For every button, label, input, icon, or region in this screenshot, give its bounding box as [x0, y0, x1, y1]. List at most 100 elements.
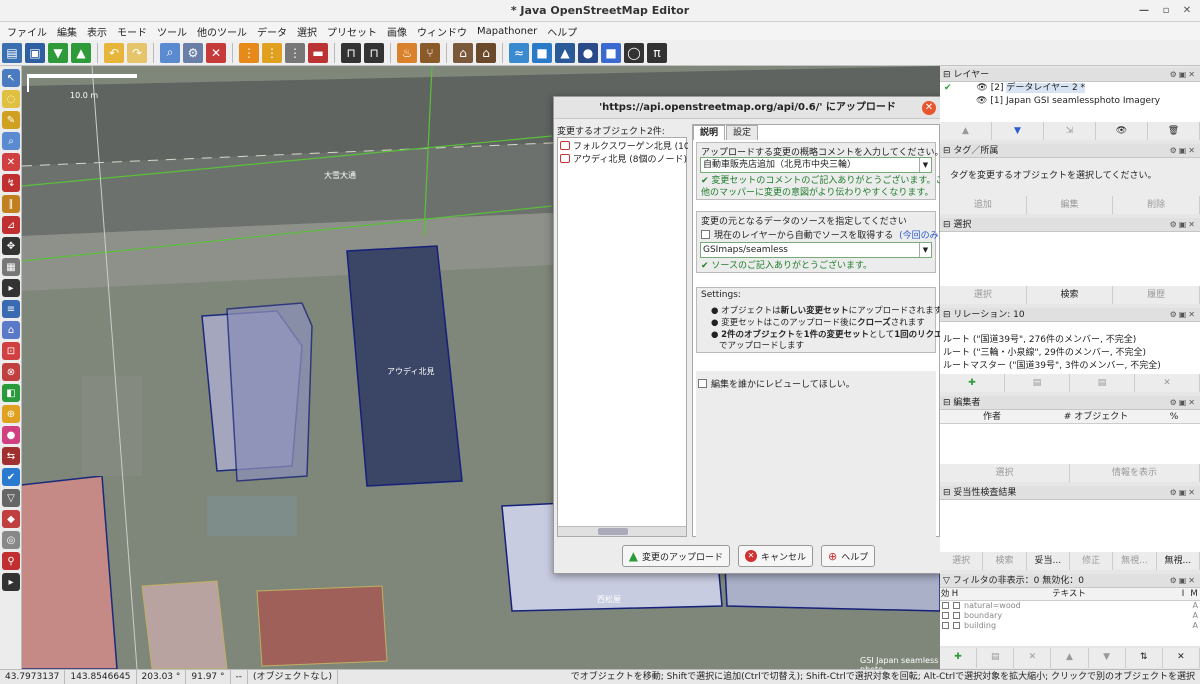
- more-arrow-2-icon[interactable]: ▸: [2, 573, 20, 591]
- pin-icon[interactable]: ⚲: [2, 552, 20, 570]
- menu-presets[interactable]: プリセット: [322, 24, 382, 39]
- filter-up-icon[interactable]: ▲: [1051, 648, 1089, 668]
- move-down-icon[interactable]: ▼: [992, 122, 1044, 140]
- show-info-button[interactable]: 情報を表示: [1070, 464, 1200, 482]
- filter-icon[interactable]: ▽: [2, 489, 20, 507]
- edit-filter-icon[interactable]: ▤: [977, 648, 1015, 668]
- menu-view[interactable]: 表示: [82, 24, 112, 39]
- delete-tag-button[interactable]: 削除: [1113, 196, 1200, 214]
- select-button[interactable]: 選択: [940, 286, 1027, 304]
- delete-mode-icon[interactable]: ✕: [2, 153, 20, 171]
- edit-tag-button[interactable]: 編集: [1027, 196, 1114, 214]
- draw-icon[interactable]: ✎: [2, 111, 20, 129]
- source-once-link[interactable]: (今回のみ): [899, 231, 942, 241]
- add-tag-button[interactable]: 追加: [940, 196, 1027, 214]
- tab-settings[interactable]: 設定: [726, 125, 759, 140]
- layers-icon[interactable]: ≡: [2, 300, 20, 318]
- menu-mode[interactable]: モード: [112, 24, 152, 39]
- maximize-icon[interactable]: ▫: [1159, 4, 1173, 18]
- railway-signal-icon[interactable]: ⋮: [285, 42, 305, 63]
- ignore-button[interactable]: 無視...: [1113, 552, 1157, 570]
- list-item[interactable]: ルート ("三輪・小泉線", 29件のメンバー, 不完全): [940, 347, 1200, 360]
- industrial-icon[interactable]: ⌂: [453, 42, 473, 63]
- navigation-icon[interactable]: ▲: [555, 42, 575, 63]
- checkbox[interactable]: [698, 379, 707, 388]
- history-icon[interactable]: ⇆: [2, 447, 20, 465]
- move-up-icon[interactable]: ▲: [940, 122, 992, 140]
- select-issue-button[interactable]: 選択: [940, 552, 984, 570]
- delete-relation-icon[interactable]: ✕: [1135, 374, 1200, 392]
- menu-edit[interactable]: 編集: [52, 24, 82, 39]
- list-item[interactable]: フォルクスワーゲン北見 (10個のノード): [558, 139, 688, 152]
- table-row[interactable]: natural=wood A: [940, 601, 1200, 611]
- close-icon[interactable]: ✕: [1180, 4, 1194, 18]
- chevron-down-icon[interactable]: ▼: [919, 158, 931, 172]
- conflict-icon[interactable]: ⊕: [2, 405, 20, 423]
- fix-button[interactable]: 修正: [1070, 552, 1114, 570]
- download-icon[interactable]: ▼: [48, 42, 68, 63]
- zoom-icon[interactable]: ⌕: [160, 42, 180, 63]
- save-icon[interactable]: ▣: [25, 42, 45, 63]
- open-icon[interactable]: ▤: [2, 42, 22, 63]
- find-issue-button[interactable]: 検索: [983, 552, 1027, 570]
- help-button[interactable]: ⊕ ヘルプ: [821, 545, 876, 567]
- zoom-mode-icon[interactable]: ⌕: [2, 132, 20, 150]
- comment-icon[interactable]: ◯: [624, 42, 644, 63]
- clear-filter-icon[interactable]: ✕: [1163, 648, 1200, 668]
- validate-button[interactable]: 妥当...: [1027, 552, 1070, 570]
- lasso-icon[interactable]: ◌: [2, 90, 20, 108]
- factory-icon[interactable]: ⌂: [476, 42, 496, 63]
- car-icon[interactable]: ⊓: [341, 42, 361, 63]
- menu-selection[interactable]: 選択: [292, 24, 322, 39]
- water-icon[interactable]: ≈: [509, 42, 529, 63]
- checkbox[interactable]: [701, 230, 710, 239]
- parallel-icon[interactable]: ∥: [2, 195, 20, 213]
- delete-icon[interactable]: ✕: [206, 42, 226, 63]
- barrier-icon[interactable]: ▬: [308, 42, 328, 63]
- menu-windows[interactable]: ウィンドウ: [412, 24, 472, 39]
- food-icon[interactable]: ♨: [397, 42, 417, 63]
- minimize-icon[interactable]: —: [1137, 4, 1151, 18]
- menu-mapathoner[interactable]: Mapathoner: [472, 26, 542, 37]
- tool-icon[interactable]: π: [647, 42, 667, 63]
- upload-button[interactable]: ▲ 変更のアップロード: [621, 545, 730, 567]
- improve-way-icon[interactable]: ↯: [2, 174, 20, 192]
- merge-icon[interactable]: ⇲: [1044, 122, 1096, 140]
- layers-panel-header[interactable]: ⊟ レイヤー ⚙▣✕: [940, 68, 1200, 82]
- traffic-signal-icon[interactable]: ⋮: [239, 42, 259, 63]
- filter-down-icon[interactable]: ▼: [1089, 648, 1126, 668]
- preferences-icon[interactable]: ⚙: [183, 42, 203, 63]
- table-row[interactable]: boundary A: [940, 611, 1200, 621]
- authors-panel-header[interactable]: ⊟ 編集者 ⚙▣✕: [940, 396, 1200, 410]
- validation-panel-header[interactable]: ⊟ 妥当性検査結果 ⚙▣✕: [940, 486, 1200, 500]
- delete-layer-icon[interactable]: 🗑: [1148, 122, 1200, 140]
- restaurant-icon[interactable]: ⑂: [420, 42, 440, 63]
- ignore-list-button[interactable]: 無視...: [1157, 552, 1200, 570]
- validation-icon[interactable]: ✔: [2, 468, 20, 486]
- add-relation-icon[interactable]: ✚: [940, 374, 1005, 392]
- menu-imagery[interactable]: 画像: [382, 24, 412, 39]
- visibility-icon[interactable]: 👁: [1096, 122, 1148, 140]
- upload-icon[interactable]: ▲: [71, 42, 91, 63]
- imagery-icon[interactable]: ◎: [2, 531, 20, 549]
- relations-icon[interactable]: ⊗: [2, 363, 20, 381]
- notes-icon[interactable]: ◆: [2, 510, 20, 528]
- layer-row[interactable]: 👁 [1] Japan GSI seamlessphoto Imagery: [940, 95, 1200, 108]
- cancel-button[interactable]: ✕ キャンセル: [738, 545, 814, 567]
- building-tool-icon[interactable]: ▦: [2, 258, 20, 276]
- menu-tools[interactable]: ツール: [152, 24, 192, 39]
- duplicate-relation-icon[interactable]: ▤: [1070, 374, 1135, 392]
- auto-source-checkbox[interactable]: 現在のレイヤーから自動でソースを取得する (今回のみ): [701, 228, 942, 241]
- crossing-icon[interactable]: ⋮: [262, 42, 282, 63]
- selection-panel-header[interactable]: ⊟ 選択 ⚙▣✕: [940, 218, 1200, 232]
- dialog-close-icon[interactable]: ✕: [922, 101, 936, 115]
- area-icon[interactable]: ■: [601, 42, 621, 63]
- bus-icon[interactable]: ⊓: [364, 42, 384, 63]
- edit-relation-icon[interactable]: ▤: [1005, 374, 1070, 392]
- sort-filter-icon[interactable]: ⇅: [1126, 648, 1163, 668]
- list-item[interactable]: アウディ北見 (8個のノード): [558, 152, 688, 165]
- map-paint-icon[interactable]: ◧: [2, 384, 20, 402]
- eye-icon[interactable]: 👁: [976, 96, 987, 106]
- eye-icon[interactable]: 👁: [976, 83, 987, 93]
- search-button[interactable]: 検索: [1027, 286, 1114, 304]
